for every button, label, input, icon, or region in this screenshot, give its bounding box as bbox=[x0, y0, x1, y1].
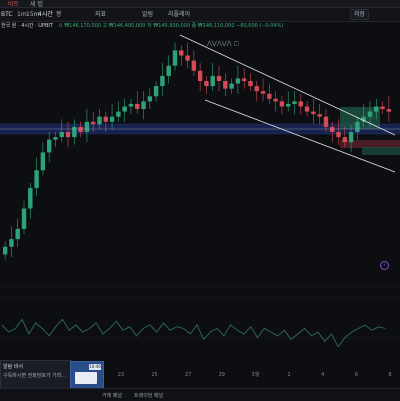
candle-body bbox=[216, 75, 222, 81]
scroll-to-latest-icon[interactable]: › bbox=[380, 261, 389, 270]
price-chart[interactable]: ⋀⋁⋀⋁⋀ ▢171921232527293월2468 bbox=[0, 0, 400, 400]
candle-body bbox=[323, 116, 329, 127]
candle-body bbox=[28, 188, 33, 209]
notification-body: 구독하시면 전화번호가 가려... bbox=[3, 373, 67, 379]
candle-body bbox=[304, 106, 310, 112]
candle-body bbox=[122, 106, 127, 112]
x-tick-label: 27 bbox=[185, 372, 191, 378]
candle-body bbox=[91, 121, 96, 125]
x-tick-label: 2 bbox=[287, 372, 290, 378]
candle-body bbox=[53, 137, 58, 140]
candle-body bbox=[116, 111, 121, 117]
candle-body bbox=[65, 132, 71, 138]
candle-body bbox=[84, 121, 90, 132]
candle-body bbox=[241, 78, 247, 81]
candle-body bbox=[40, 152, 46, 171]
candle-body bbox=[279, 101, 285, 107]
candle-body bbox=[109, 116, 115, 122]
candle-body bbox=[342, 137, 348, 143]
x-tick-label: 3월 bbox=[252, 371, 260, 378]
candle-body bbox=[348, 132, 354, 143]
candle-body bbox=[160, 75, 165, 87]
thumbnail-image bbox=[75, 372, 97, 384]
x-tick-label: 8 bbox=[388, 372, 391, 378]
video-thumbnail[interactable]: 10:46 bbox=[70, 361, 104, 390]
candle-body bbox=[153, 86, 159, 97]
candle-body bbox=[317, 114, 322, 117]
candle-body bbox=[254, 86, 259, 92]
candle-body bbox=[185, 55, 190, 61]
candle-body bbox=[9, 239, 14, 247]
candle-body bbox=[197, 70, 203, 81]
candle-body bbox=[172, 50, 178, 66]
candle-body bbox=[204, 81, 209, 87]
candle-body bbox=[311, 111, 316, 115]
candle-body bbox=[386, 109, 392, 112]
candle-body bbox=[273, 98, 278, 102]
candle-body bbox=[330, 126, 335, 132]
candle-body bbox=[298, 101, 303, 107]
candle-body bbox=[367, 111, 373, 117]
candle-body bbox=[235, 78, 241, 84]
candle-body bbox=[380, 106, 385, 110]
candle-body bbox=[72, 126, 77, 138]
target-zone-green bbox=[340, 107, 380, 129]
candle-body bbox=[336, 132, 341, 138]
candle-body bbox=[59, 132, 64, 138]
x-tick-label: 4 bbox=[321, 372, 324, 378]
candle-body bbox=[2, 246, 8, 255]
candle-body bbox=[141, 101, 146, 110]
thumbnail-tag: 10:46 bbox=[89, 364, 101, 370]
candle-body bbox=[97, 116, 102, 125]
candle-body bbox=[147, 96, 153, 102]
x-tick-label: 6 bbox=[355, 372, 358, 378]
candle-body bbox=[229, 83, 234, 89]
candle-body bbox=[292, 101, 297, 104]
candle-body bbox=[191, 60, 197, 71]
pattern-label: ⋀⋁⋀⋁⋀ ▢ bbox=[206, 40, 239, 47]
candle-body bbox=[21, 208, 27, 229]
notification-title: 알림 비서 bbox=[3, 364, 23, 370]
x-tick-label: 29 bbox=[219, 372, 225, 378]
tab-trade-panel[interactable]: 거래 패널 bbox=[102, 392, 122, 399]
candle-body bbox=[260, 91, 266, 94]
entry-zone-green bbox=[362, 147, 400, 155]
x-tick-label: 25 bbox=[151, 372, 157, 378]
candle-body bbox=[135, 103, 140, 110]
candle-body bbox=[46, 139, 52, 153]
candle-body bbox=[103, 116, 108, 122]
candle-body bbox=[78, 126, 83, 132]
candle-body bbox=[210, 75, 215, 87]
bottom-panel-tabs: 거래 패널 트레이딩 패널 bbox=[0, 388, 400, 401]
candle-body bbox=[15, 228, 20, 240]
candle-body bbox=[34, 170, 39, 189]
candle-body bbox=[166, 65, 171, 76]
notification-toast[interactable]: 알림 비서 구독하시면 전화번호가 가려... bbox=[0, 360, 72, 390]
candle-body bbox=[223, 81, 228, 89]
candle-body bbox=[355, 121, 360, 132]
candle-body bbox=[267, 93, 272, 99]
candle-body bbox=[248, 81, 253, 87]
candle-body bbox=[374, 106, 379, 112]
candle-body bbox=[286, 103, 291, 107]
rsi-line bbox=[1, 318, 386, 348]
candle-body bbox=[128, 103, 134, 107]
x-tick-label: 23 bbox=[118, 372, 124, 378]
candle-body bbox=[179, 50, 184, 56]
tab-trading-panel[interactable]: 트레이딩 패널 bbox=[134, 392, 163, 399]
